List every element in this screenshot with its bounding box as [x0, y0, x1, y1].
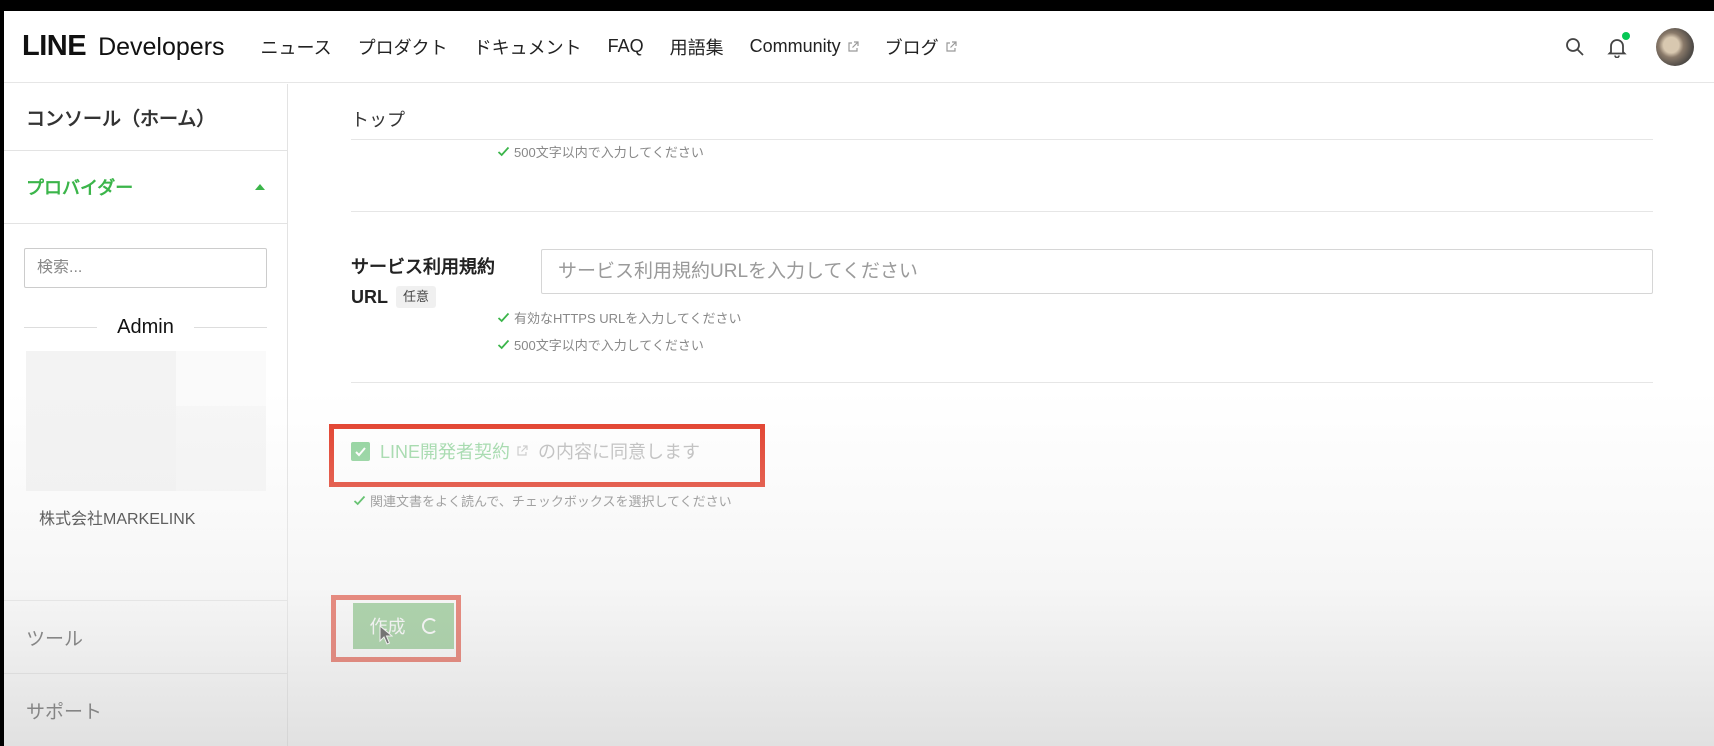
developer-agreement-link[interactable]: LINE開発者契約	[380, 438, 528, 464]
hint-text: 関連文書をよく読んで、チェックボックスを選択してください	[370, 494, 732, 509]
thumbnail-block	[26, 351, 176, 491]
admin-divider: Admin	[24, 316, 268, 339]
nav-faq[interactable]: FAQ	[608, 36, 644, 57]
sidebar-provider-label: プロバイダー	[26, 178, 134, 198]
sidebar-item-support[interactable]: サポート	[4, 673, 287, 746]
divider-line	[193, 327, 268, 328]
nav-documents-label: ドキュメント	[473, 37, 582, 58]
provider-thumbnail[interactable]	[26, 351, 267, 491]
sidebar-bottom: ツール サポート	[4, 600, 287, 746]
loading-spinner-icon	[421, 618, 438, 634]
agreement-link-text: LINE開発者契約	[380, 442, 511, 462]
provider-search-input[interactable]	[37, 259, 254, 277]
nav-community-label: Community	[749, 36, 841, 56]
notification-bell-icon[interactable]	[1606, 32, 1630, 59]
terms-url-label: サービス利用規約 URL 任意	[351, 252, 521, 312]
agreement-row: LINE開発者契約 の内容に同意します	[351, 438, 700, 464]
external-link-icon	[517, 445, 528, 456]
main-nav: ニュース プロダクト ドキュメント FAQ 用語集 Community ブログ	[261, 34, 957, 60]
divider-line	[24, 327, 98, 328]
user-avatar[interactable]	[1656, 28, 1694, 66]
sidebar: コンソール（ホーム） プロバイダー Admin 株式会社MARKELINK ツー…	[4, 84, 288, 746]
section-divider	[351, 211, 1653, 212]
validation-hint-length: 500文字以内で入力してください	[497, 335, 704, 354]
sidebar-support-label: サポート	[26, 701, 103, 723]
sidebar-item-tools[interactable]: ツール	[4, 600, 287, 673]
hint-text: 500文字以内で入力してください	[514, 338, 704, 353]
mouse-cursor-icon	[379, 625, 393, 645]
nav-news-label: ニュース	[260, 37, 332, 58]
thumbnail-block	[176, 406, 266, 491]
sidebar-tools-label: ツール	[26, 628, 84, 650]
optional-badge: 任意	[396, 286, 437, 308]
line-developers-logo[interactable]: LINE Developers	[22, 30, 225, 63]
nav-documents[interactable]: ドキュメント	[474, 34, 582, 60]
logo-line-text: LINE	[22, 30, 87, 62]
checkmark-icon	[355, 446, 366, 456]
provider-company-name[interactable]: 株式会社MARKELINK	[4, 491, 287, 529]
notification-dot	[1622, 32, 1630, 40]
validation-hint-length-top: 500文字以内で入力してください	[497, 142, 704, 161]
provider-search-box	[24, 248, 267, 288]
external-link-icon	[946, 40, 957, 52]
top-header: LINE Developers ニュース プロダクト ドキュメント FAQ 用語…	[4, 11, 1714, 83]
check-icon	[497, 146, 510, 157]
external-link-icon	[848, 40, 859, 52]
nav-faq-label: FAQ	[607, 36, 644, 56]
nav-glossary-label: 用語集	[669, 37, 724, 58]
caret-up-icon	[255, 184, 265, 190]
header-actions	[1564, 11, 1694, 83]
sidebar-item-console-home[interactable]: コンソール（ホーム）	[4, 84, 287, 151]
browser-viewport: LINE Developers ニュース プロダクト ドキュメント FAQ 用語…	[4, 11, 1714, 746]
section-divider	[351, 139, 1653, 140]
check-icon	[497, 339, 510, 350]
validation-hint-checkbox: 関連文書をよく読んで、チェックボックスを選択してください	[353, 491, 732, 510]
sidebar-item-provider[interactable]: プロバイダー	[4, 151, 287, 224]
nav-products[interactable]: プロダクト	[358, 34, 448, 60]
terms-url-input[interactable]	[541, 249, 1653, 294]
section-divider	[351, 382, 1653, 383]
admin-group-label: Admin	[117, 316, 174, 338]
terms-url-label-line1: サービス利用規約	[351, 257, 495, 277]
hint-text: 500文字以内で入力してください	[514, 145, 704, 160]
agreement-text: の内容に同意します	[538, 442, 701, 462]
nav-glossary[interactable]: 用語集	[670, 34, 724, 60]
validation-hint-https: 有効なHTTPS URLを入力してください	[497, 308, 741, 327]
hint-text: 有効なHTTPS URLを入力してください	[514, 311, 742, 326]
check-icon	[497, 312, 510, 323]
breadcrumb-top[interactable]: トップ	[351, 106, 405, 132]
sidebar-home-label: コンソール（ホーム）	[26, 108, 216, 130]
nav-products-label: プロダクト	[357, 37, 448, 58]
thumbnail-block	[176, 351, 266, 406]
terms-url-label-line2: URL	[351, 287, 388, 307]
search-icon[interactable]	[1564, 36, 1586, 58]
check-icon	[353, 495, 366, 506]
nav-blog-label: ブログ	[884, 37, 939, 58]
logo-developers-text: Developers	[98, 33, 225, 61]
agreement-checkbox[interactable]	[351, 441, 370, 461]
nav-blog[interactable]: ブログ	[885, 34, 957, 60]
main-content: トップ 500文字以内で入力してください サービス利用規約 URL 任意 有効なH…	[288, 84, 1714, 746]
nav-community[interactable]: Community	[750, 36, 859, 57]
nav-news[interactable]: ニュース	[261, 34, 332, 60]
create-button[interactable]: 作成	[353, 603, 454, 649]
